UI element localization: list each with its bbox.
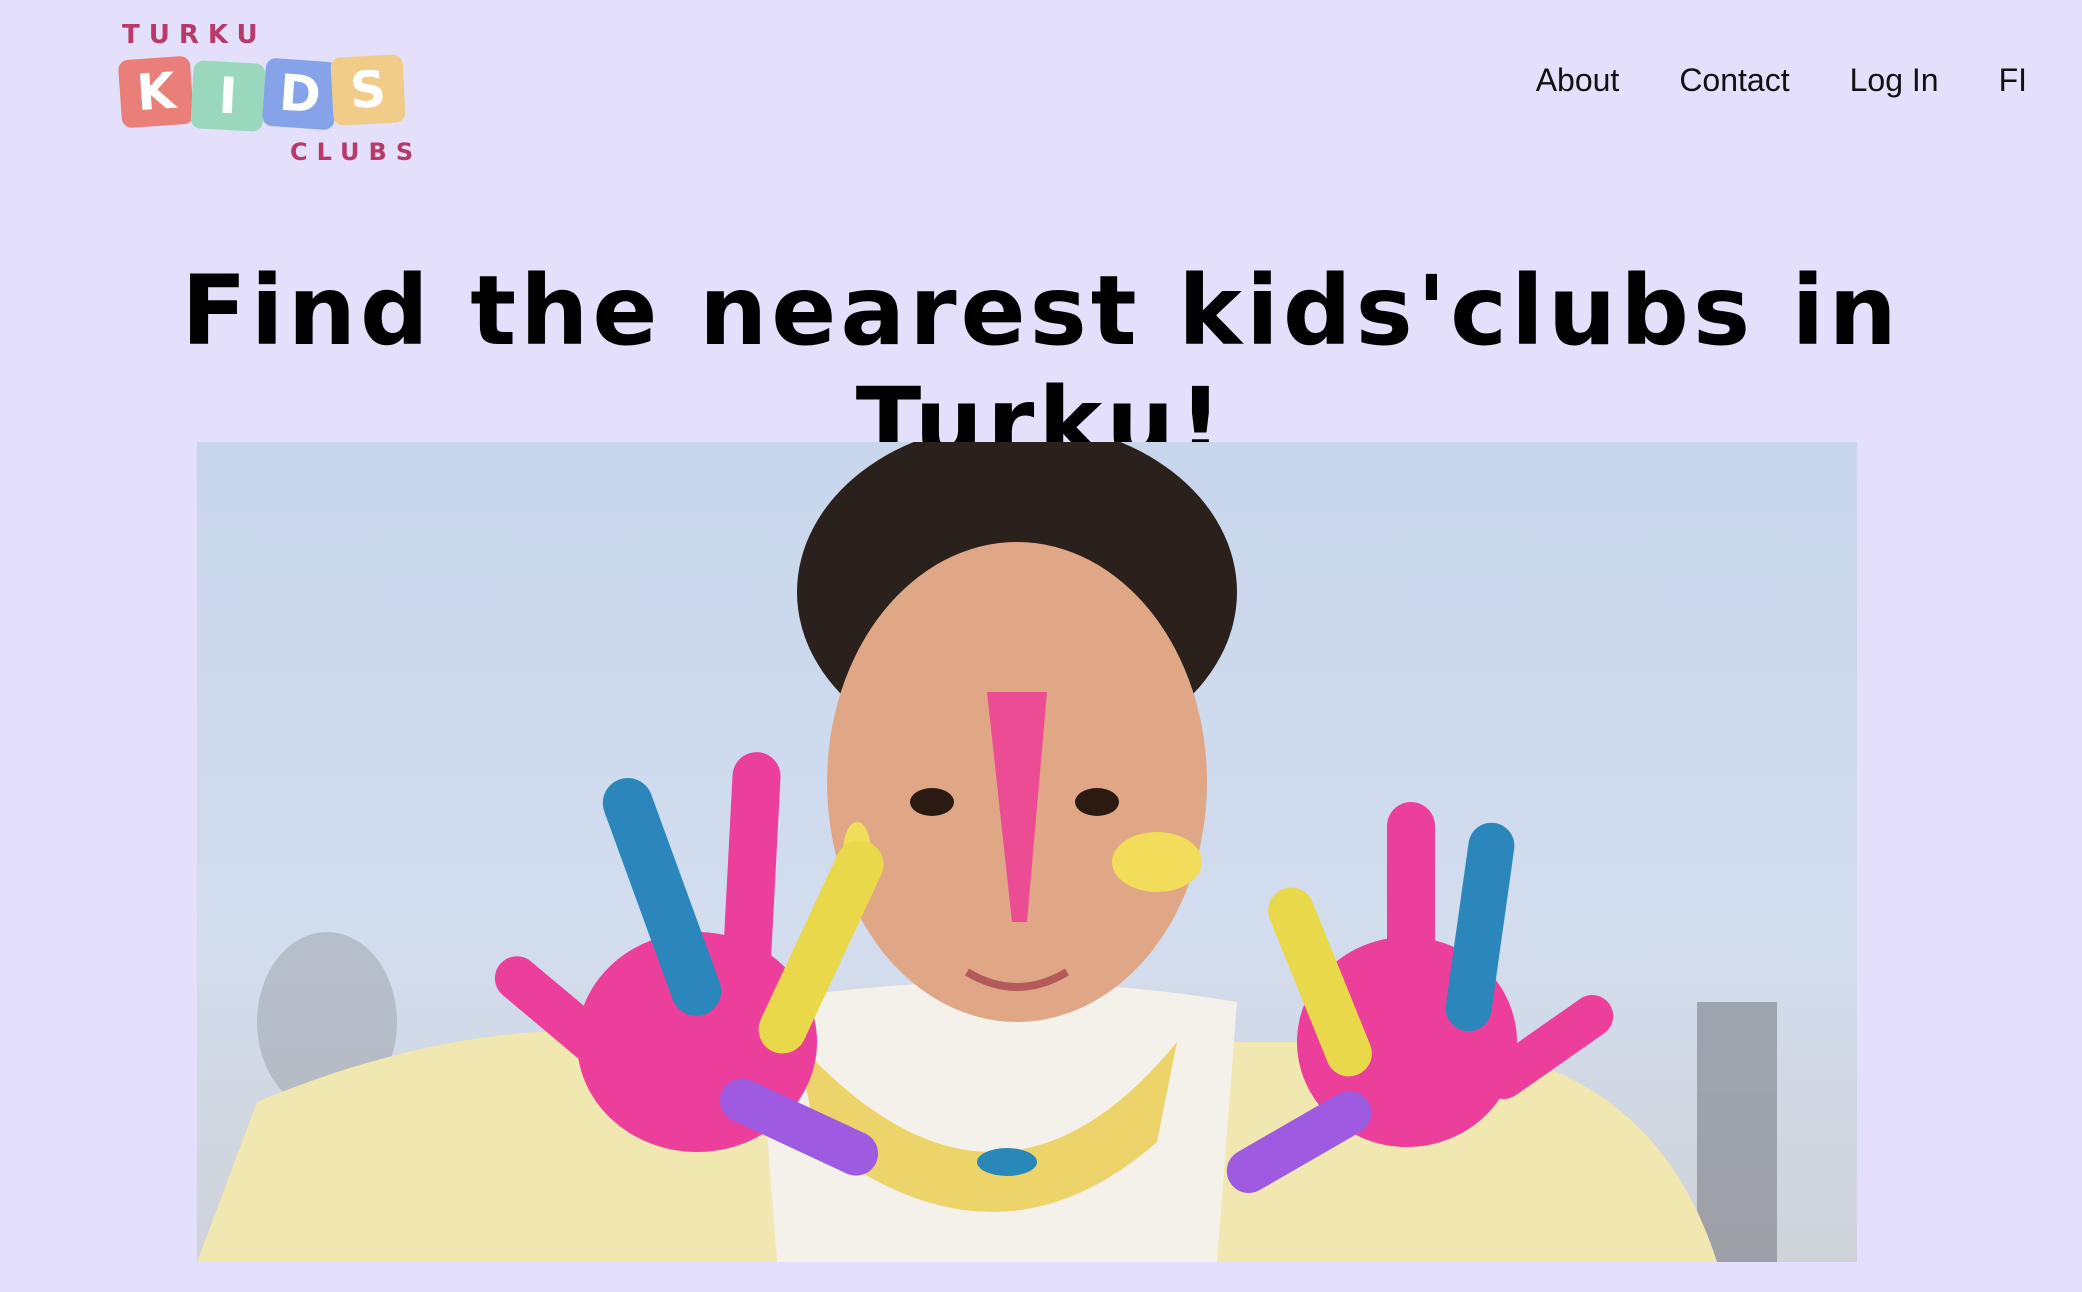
logo-top-text: TURKU <box>122 20 267 50</box>
child-painted-hands-illustration <box>197 442 1777 1262</box>
nav-contact[interactable]: Contact <box>1679 62 1789 99</box>
logo-tile-s: S <box>330 54 406 126</box>
nav-language-fi[interactable]: FI <box>1999 62 2027 99</box>
nav-login[interactable]: Log In <box>1850 62 1939 99</box>
main-nav: About Contact Log In FI <box>1536 62 2027 99</box>
logo[interactable]: TURKU K I D S CLUBS <box>117 20 423 170</box>
logo-tile-k: K <box>117 55 195 129</box>
logo-tile-i: I <box>190 60 266 132</box>
nav-about[interactable]: About <box>1536 62 1620 99</box>
logo-tile-d: D <box>261 57 339 131</box>
logo-bottom-text: CLUBS <box>290 138 423 166</box>
hero-image <box>197 442 1857 1262</box>
